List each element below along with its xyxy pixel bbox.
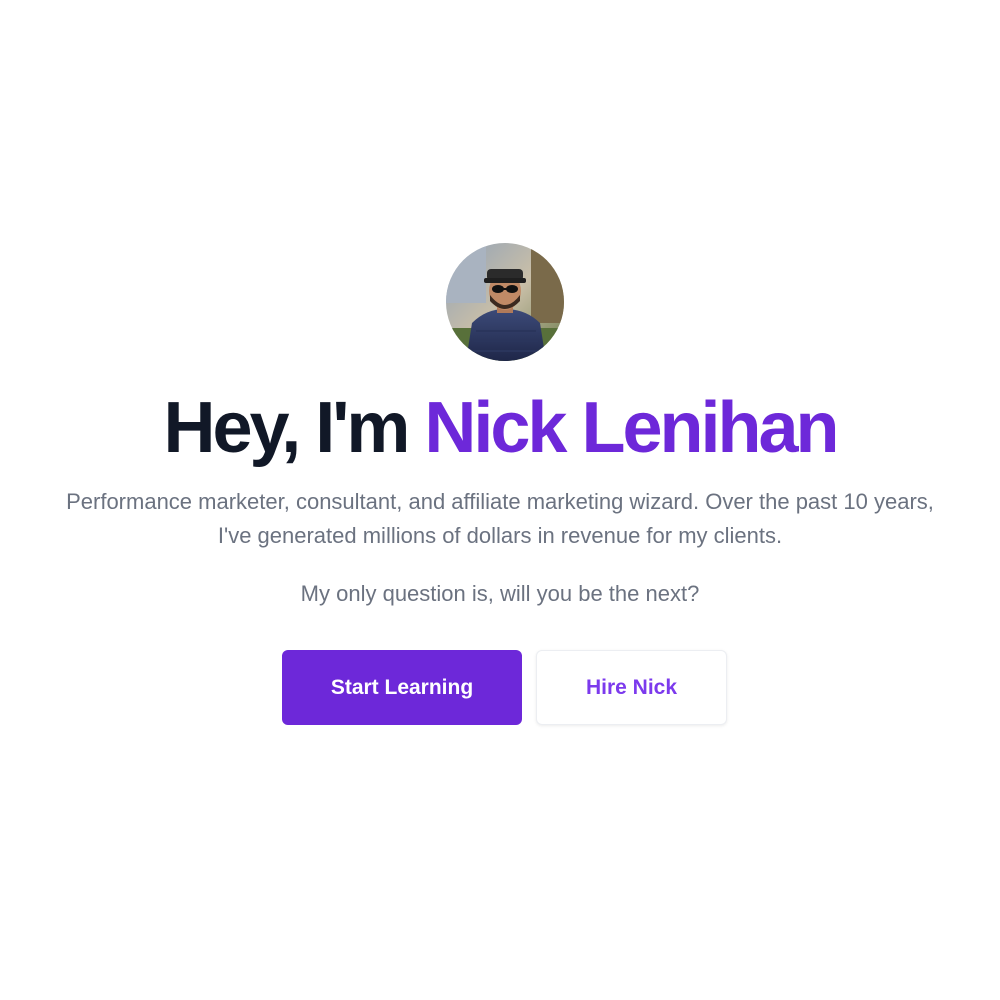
intro-paragraph: Performance marketer, consultant, and af… xyxy=(66,489,934,548)
start-learning-button[interactable]: Start Learning xyxy=(282,650,522,725)
page-title: Hey, I'm Nick Lenihan xyxy=(0,388,1000,468)
headline-name: Nick Lenihan xyxy=(424,388,839,468)
headline-greeting: Hey, I'm xyxy=(163,388,410,468)
question-text: My only question is, will you be the nex… xyxy=(300,581,700,606)
avatar-photo xyxy=(446,243,564,361)
hero-section: Hey, I'm Nick Lenihan Performance market… xyxy=(0,0,1000,1000)
hire-nick-button[interactable]: Hire Nick xyxy=(536,650,727,725)
avatar xyxy=(446,243,564,361)
